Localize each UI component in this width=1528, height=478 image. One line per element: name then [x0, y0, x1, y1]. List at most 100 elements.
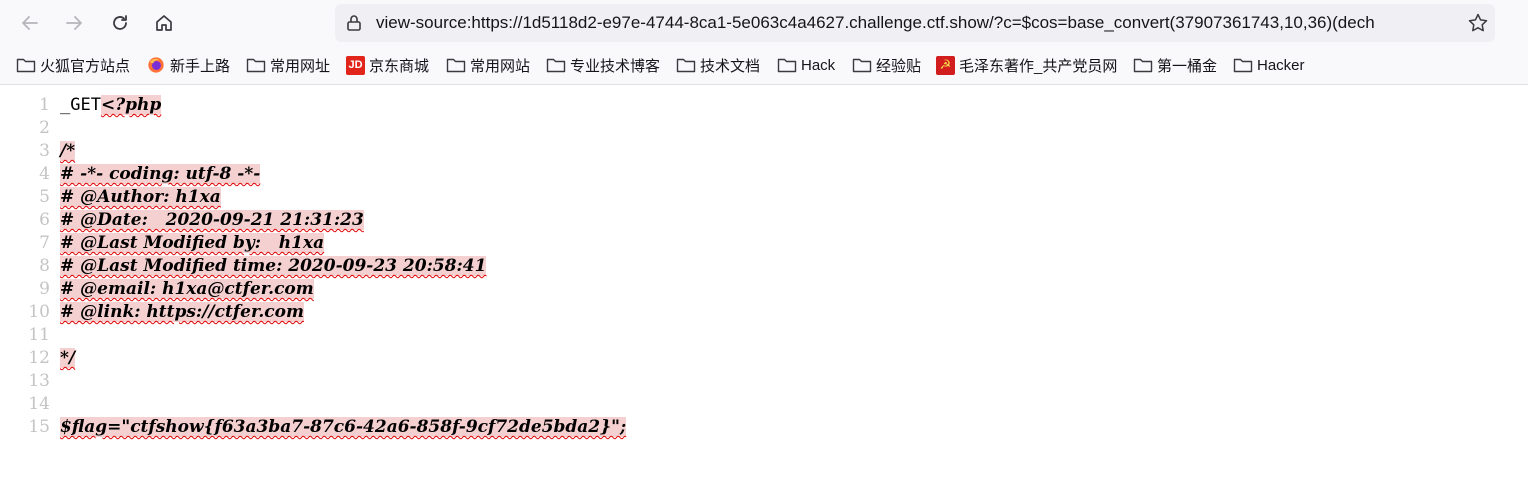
- jd-icon: JD: [346, 55, 365, 75]
- line-number: 9: [39, 279, 50, 299]
- bookmark-label: Hack: [801, 56, 836, 74]
- bookmark-item[interactable]: 第一桶金: [1133, 46, 1217, 84]
- party-emblem-icon: ☭: [936, 55, 955, 75]
- error-highlight: */: [60, 348, 76, 368]
- error-highlight: # @email: h1xa@ctfer.com: [60, 279, 314, 299]
- back-button[interactable]: [14, 7, 46, 39]
- reload-icon: [113, 15, 127, 30]
- folder-icon: [16, 58, 36, 73]
- forward-button[interactable]: [58, 7, 90, 39]
- line-code: # @Last Modified by: h1xa: [60, 232, 325, 255]
- source-line: 2: [0, 117, 1528, 140]
- bookmark-label: Hacker: [1257, 56, 1305, 74]
- line-code: /*: [60, 140, 76, 163]
- source-line: 9 # @email: h1xa@ctfer.com: [0, 278, 1528, 301]
- flag-line: $flag="ctfshow{f63a3ba7-87c6-42a6-858f-9…: [60, 417, 627, 437]
- folder-icon: [246, 58, 266, 73]
- folder-icon: [446, 58, 466, 73]
- back-arrow-icon: [22, 16, 38, 30]
- bookmark-item[interactable]: 常用网站: [446, 46, 530, 84]
- line-number: 3: [39, 141, 50, 161]
- line-number: 5: [39, 187, 50, 207]
- bookmark-item[interactable]: Hacker: [1233, 46, 1305, 84]
- error-highlight: # @Date: 2020-09-21 21:31:23: [60, 210, 364, 230]
- error-highlight: <?php: [100, 95, 162, 115]
- error-highlight: # @Author: h1xa: [60, 187, 221, 207]
- source-line: 13: [0, 370, 1528, 393]
- bookmark-label: 新手上路: [170, 57, 231, 75]
- error-highlight: # @Last Modified time: 2020-09-23 20:58:…: [60, 256, 487, 276]
- line-code: # @email: h1xa@ctfer.com: [60, 278, 314, 301]
- home-button[interactable]: [148, 7, 180, 39]
- bookmark-item[interactable]: 专业技术博客: [546, 46, 660, 84]
- bookmarks-toolbar: 火狐官方站点 新手上路 常用网址 JD 京东商城 常用网站 专业技术博客 技术文…: [0, 46, 1528, 85]
- source-line: 15 $flag="ctfshow{f63a3ba7-87c6-42a6-858…: [0, 416, 1528, 439]
- line-code: _GET<?php: [60, 94, 162, 117]
- source-line: 11: [0, 324, 1528, 347]
- bookmark-item[interactable]: 常用网址: [246, 46, 330, 84]
- line-number: 7: [39, 233, 50, 253]
- bookmark-item[interactable]: Hack: [777, 46, 835, 84]
- source-line: 10 # @link: https://ctfer.com: [0, 301, 1528, 324]
- source-line: 6 # @Date: 2020-09-21 21:31:23: [0, 209, 1528, 232]
- bookmark-item[interactable]: 火狐官方站点: [16, 46, 130, 84]
- error-highlight: # @link: https://ctfer.com: [60, 302, 304, 322]
- error-highlight: # -*- coding: utf-8 -*-: [60, 164, 261, 184]
- source-line: 7 # @Last Modified by: h1xa: [0, 232, 1528, 255]
- folder-icon: [676, 58, 696, 73]
- url-text[interactable]: view-source:https://1d5118d2-e97e-4744-8…: [376, 4, 1456, 42]
- line-code: */: [60, 347, 76, 370]
- bookmark-item[interactable]: 经验贴: [852, 46, 921, 84]
- address-bar[interactable]: view-source:https://1d5118d2-e97e-4744-8…: [335, 4, 1495, 42]
- folder-icon: [777, 58, 797, 73]
- bookmark-item[interactable]: 技术文档: [676, 46, 760, 84]
- source-line: 3 /*: [0, 140, 1528, 163]
- line-number: 14: [28, 394, 50, 414]
- line-number: 15: [28, 417, 50, 437]
- source-line: 14: [0, 393, 1528, 416]
- source-line: 4 # -*- coding: utf-8 -*-: [0, 163, 1528, 186]
- bookmark-item[interactable]: JD 京东商城: [346, 46, 429, 84]
- bookmark-label: 第一桶金: [1157, 57, 1218, 75]
- line-code: # @Last Modified time: 2020-09-23 20:58:…: [60, 255, 487, 278]
- source-line: 5 # @Author: h1xa: [0, 186, 1528, 209]
- folder-icon: [852, 58, 872, 73]
- source-line: 1 _GET<?php: [0, 94, 1528, 117]
- lock-icon[interactable]: [344, 13, 364, 33]
- bookmark-label: 技术文档: [700, 57, 761, 75]
- bookmark-label: 专业技术博客: [570, 57, 661, 75]
- bookmark-item[interactable]: ☭ 毛泽东著作_共产党员网: [936, 46, 1117, 84]
- folder-icon: [546, 58, 566, 73]
- reload-button[interactable]: [104, 7, 136, 39]
- browser-toolbar: view-source:https://1d5118d2-e97e-4744-8…: [0, 0, 1528, 46]
- bookmark-label: 毛泽东著作_共产党员网: [959, 57, 1118, 75]
- home-icon: [156, 15, 172, 31]
- bookmark-label: 常用网址: [270, 57, 331, 75]
- bookmark-label: 常用网站: [470, 57, 531, 75]
- folder-icon: [1233, 58, 1253, 73]
- line-code: $flag="ctfshow{f63a3ba7-87c6-42a6-858f-9…: [60, 416, 627, 439]
- view-source-content: 1 _GET<?php 2 3 /* 4 # -*- coding: utf-8…: [0, 94, 1528, 439]
- line-number: 4: [39, 164, 50, 184]
- line-code: # @link: https://ctfer.com: [60, 301, 304, 324]
- forward-arrow-icon: [66, 16, 82, 30]
- bookmark-label: 经验贴: [876, 57, 922, 75]
- output-text: _GET: [60, 95, 101, 115]
- firefox-icon: [148, 57, 164, 73]
- line-number: 1: [39, 95, 50, 115]
- line-code: # -*- coding: utf-8 -*-: [60, 163, 261, 186]
- bookmark-label: 火狐官方站点: [40, 57, 131, 75]
- bookmark-star-icon[interactable]: [1467, 12, 1489, 34]
- error-highlight: # @Last Modified by: h1xa: [60, 233, 325, 253]
- line-number: 6: [39, 210, 50, 230]
- error-highlight: /*: [60, 141, 76, 161]
- line-number: 12: [28, 348, 50, 368]
- source-line: 12 */: [0, 347, 1528, 370]
- source-line: 8 # @Last Modified time: 2020-09-23 20:5…: [0, 255, 1528, 278]
- line-number: 2: [39, 118, 50, 138]
- bookmark-item[interactable]: 新手上路: [146, 46, 230, 84]
- line-number: 11: [28, 325, 50, 345]
- line-number: 10: [28, 302, 50, 322]
- folder-icon: [1133, 58, 1153, 73]
- line-code: # @Author: h1xa: [60, 186, 221, 209]
